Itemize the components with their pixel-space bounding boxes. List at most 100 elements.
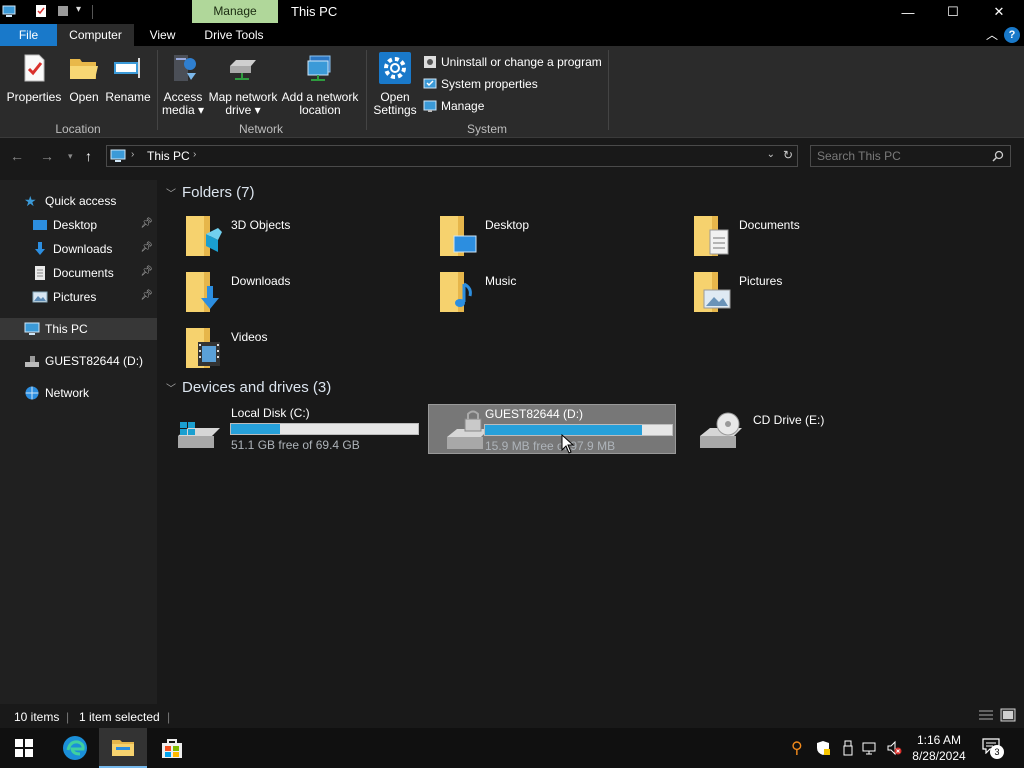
navigation-bar: ← → ▾ ↑ › This PC › ⌄ ↻ — [0, 139, 1024, 173]
search-box[interactable] — [810, 145, 1011, 167]
open-button[interactable]: Open — [64, 52, 104, 104]
add-network-location-button[interactable]: Add a network location — [280, 52, 360, 117]
drive-name: Local Disk (C:) — [231, 406, 310, 420]
nav-item-network[interactable]: Network — [0, 382, 157, 404]
taskbar-store[interactable] — [148, 728, 196, 768]
minimize-button[interactable]: — — [885, 0, 931, 24]
search-icon[interactable] — [992, 150, 1004, 162]
divider — [157, 50, 158, 130]
windows-security-icon[interactable] — [815, 740, 831, 756]
network-tray-icon[interactable] — [862, 740, 878, 756]
nav-item-pictures[interactable]: Pictures 📌︎ — [0, 286, 157, 308]
open-settings-button[interactable]: Open Settings — [370, 52, 420, 117]
nav-label: Documents — [53, 266, 114, 280]
folder-videos[interactable]: Videos — [160, 324, 400, 374]
drive-usage-bar — [484, 424, 673, 436]
forward-arrow-icon[interactable]: → — [40, 148, 54, 164]
system-properties-label: System properties — [441, 77, 538, 91]
properties-icon[interactable] — [34, 4, 48, 18]
address-bar[interactable]: › This PC › ⌄ ↻ — [106, 145, 798, 167]
folder-label: Music — [485, 274, 517, 288]
access-media-button[interactable]: Access media ▾ — [160, 52, 206, 117]
this-pc-icon — [24, 322, 40, 335]
taskbar-file-explorer[interactable] — [99, 728, 147, 768]
tab-file[interactable]: File — [0, 24, 57, 46]
computer-management-icon — [423, 100, 437, 112]
search-input[interactable] — [817, 148, 987, 164]
windows-drive-icon — [178, 422, 220, 448]
nav-label: Desktop — [53, 218, 98, 232]
taskbar-edge[interactable] — [51, 728, 99, 768]
nav-label: Network — [45, 386, 90, 400]
nav-item-quick-access[interactable]: ★ Quick access — [0, 190, 157, 212]
back-arrow-icon[interactable]: ← — [10, 148, 24, 164]
breadcrumb-separator-icon[interactable]: › — [131, 149, 134, 160]
folder-3d-objects[interactable]: 3D Objects — [160, 212, 400, 262]
chevron-down-icon: ﹀ — [166, 383, 176, 395]
network-drive-icon — [230, 60, 256, 80]
system-clock[interactable]: 1:16 AM 8/28/2024 — [906, 732, 972, 764]
collapse-ribbon-icon[interactable]: ︿ — [986, 26, 998, 43]
details-view-icon[interactable] — [978, 709, 994, 721]
notifications-button[interactable]: 3 — [982, 738, 1006, 759]
group-label-system: System — [466, 122, 507, 136]
manage-button[interactable]: Manage — [423, 97, 484, 115]
add-location-label-2: location — [299, 103, 341, 117]
nav-item-documents[interactable]: Documents 📌︎ — [0, 262, 157, 284]
usb-device-tray-icon[interactable] — [840, 740, 856, 756]
drive-local-disk-c[interactable]: Local Disk (C:) 51.1 GB free of 69.4 GB — [160, 404, 419, 454]
recent-locations-icon[interactable]: ▾ — [68, 151, 73, 162]
map-network-drive-button[interactable]: Map network drive ▾ — [206, 52, 280, 117]
settings-gear-icon — [379, 52, 411, 84]
properties-icon — [24, 54, 45, 82]
drive-name: CD Drive (E:) — [753, 413, 825, 427]
pin-icon[interactable]: 📌︎ — [140, 266, 153, 277]
breadcrumb-this-pc[interactable]: This PC — [147, 149, 190, 163]
up-arrow-icon[interactable]: ↑ — [85, 148, 92, 164]
folders-group-header[interactable]: ﹀ Folders (7) — [166, 182, 255, 202]
title-bar: ▾ Manage This PC — ☐ ✕ — [0, 0, 1024, 24]
folder-desktop[interactable]: Desktop — [414, 212, 654, 262]
customize-quick-access-icon[interactable]: ▾ — [76, 4, 81, 15]
drive-cd-e[interactable]: CD Drive (E:) — [682, 404, 930, 454]
system-properties-button[interactable]: System properties — [423, 75, 538, 93]
properties-button[interactable]: Properties — [6, 52, 62, 104]
folder-documents[interactable]: Documents — [668, 212, 908, 262]
mouse-cursor-icon — [561, 434, 575, 454]
pin-icon[interactable]: 📌︎ — [140, 218, 153, 229]
nav-item-downloads[interactable]: Downloads 📌︎ — [0, 238, 157, 260]
refresh-icon[interactable]: ↻ — [783, 148, 793, 162]
start-button[interactable] — [0, 728, 48, 768]
address-dropdown-icon[interactable]: ⌄ — [767, 149, 775, 160]
maximize-button[interactable]: ☐ — [930, 0, 976, 24]
status-bar: 10 items | 1 item selected | — [0, 704, 1024, 728]
new-folder-icon[interactable] — [56, 4, 70, 18]
group-title: Folders (7) — [182, 183, 255, 201]
nav-label: Quick access — [45, 194, 117, 208]
search-magnifier-tray-icon[interactable]: ⚲ — [791, 738, 803, 758]
folder-downloads[interactable]: Downloads — [160, 268, 400, 318]
tab-computer[interactable]: Computer — [57, 24, 134, 46]
network-globe-icon — [25, 386, 39, 400]
drive-guest-d[interactable]: GUEST82644 (D:) 15.9 MB free of 97.9 MB — [428, 404, 676, 454]
close-button[interactable]: ✕ — [976, 0, 1022, 24]
notification-count-badge: 3 — [990, 745, 1004, 759]
nav-item-guest-drive[interactable]: GUEST82644 (D:) — [0, 350, 157, 372]
folder-music[interactable]: Music — [414, 268, 654, 318]
breadcrumb-chevron-icon[interactable]: › — [193, 149, 196, 160]
star-icon: ★ — [24, 193, 37, 209]
nav-item-this-pc[interactable]: This PC — [0, 318, 157, 340]
nav-item-desktop[interactable]: Desktop 📌︎ — [0, 214, 157, 236]
help-icon[interactable]: ? — [1004, 27, 1020, 43]
folder-pictures[interactable]: Pictures — [668, 268, 908, 318]
volume-muted-icon[interactable] — [886, 740, 902, 756]
system-properties-icon — [423, 78, 437, 89]
rename-button[interactable]: Rename — [104, 52, 152, 104]
uninstall-program-button[interactable]: Uninstall or change a program — [423, 53, 602, 71]
tab-view[interactable]: View — [140, 24, 185, 46]
tab-drive-tools[interactable]: Drive Tools — [196, 24, 272, 46]
large-icons-view-icon[interactable] — [1000, 708, 1016, 722]
pin-icon[interactable]: 📌︎ — [140, 242, 153, 253]
devices-group-header[interactable]: ﹀ Devices and drives (3) — [166, 377, 331, 397]
pin-icon[interactable]: 📌︎ — [140, 290, 153, 301]
